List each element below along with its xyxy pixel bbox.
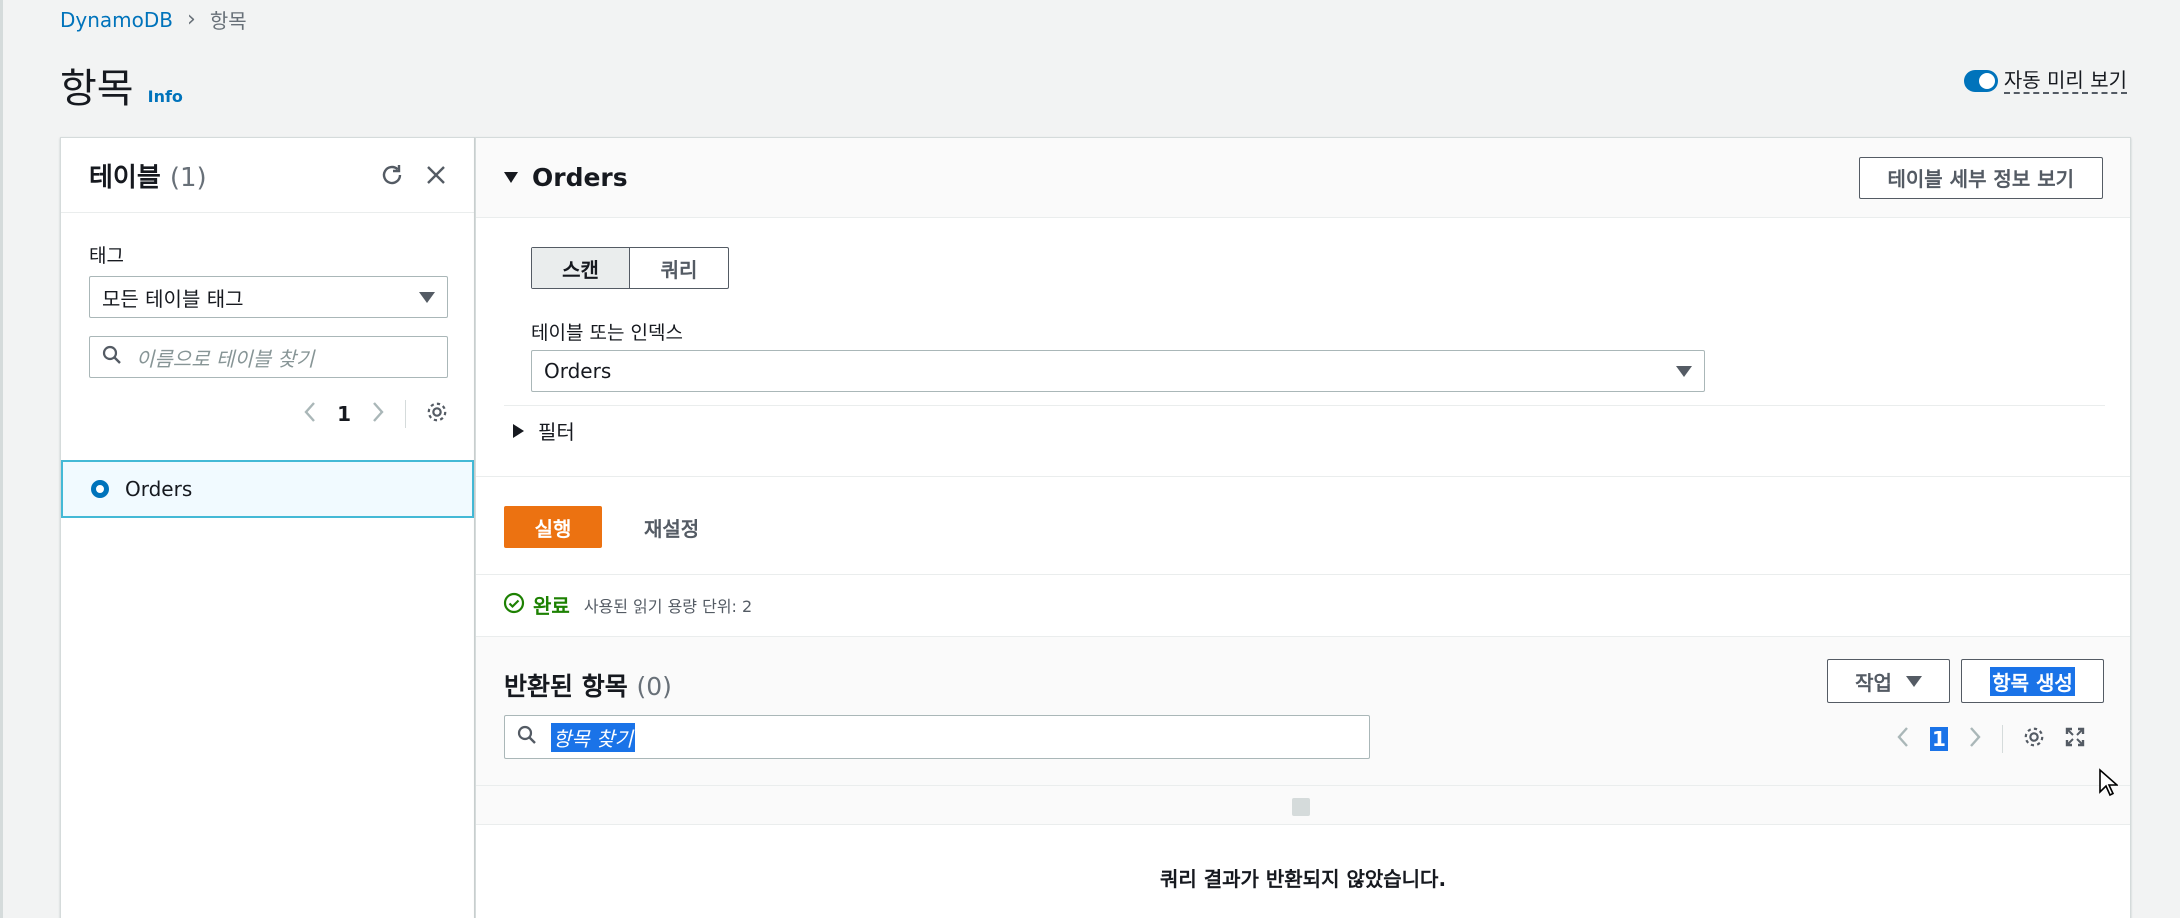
read-capacity-text: 사용된 읽기 용량 단위: 2 [583, 596, 753, 616]
gear-icon[interactable] [2023, 726, 2045, 753]
query-panel: Orders 테이블 세부 정보 보기 스캔 쿼리 테이블 또는 인덱스 Ord… [475, 137, 2131, 918]
divider [476, 574, 2130, 575]
search-icon [517, 725, 537, 750]
tag-select-value: 모든 테이블 태그 [102, 286, 244, 311]
divider [2001, 725, 2003, 753]
table-search-placeholder: 이름으로 테이블 찾기 [136, 346, 315, 371]
divider [504, 405, 2105, 406]
view-table-details-button[interactable]: 테이블 세부 정보 보기 [1858, 156, 2103, 199]
chevron-left-icon[interactable] [303, 401, 317, 428]
info-link[interactable]: Info [148, 87, 183, 106]
tables-page-number[interactable]: 1 [337, 402, 351, 426]
table-list-item-label: Orders [125, 477, 193, 501]
tag-label: 태그 [89, 245, 124, 267]
refresh-icon[interactable] [380, 163, 404, 187]
filter-label: 필터 [538, 420, 575, 444]
tables-pagination: 1 [89, 400, 448, 428]
table-list-item-orders[interactable]: Orders [61, 460, 474, 518]
table-search-input[interactable]: 이름으로 테이블 찾기 [89, 336, 448, 378]
table-index-select[interactable]: Orders [531, 350, 1705, 392]
status-complete: 완료 [533, 594, 570, 618]
mouse-cursor-icon [2098, 768, 2120, 802]
auto-preview-label[interactable]: 자동 미리 보기 [2003, 68, 2127, 94]
fullscreen-icon[interactable] [2065, 727, 2085, 752]
caret-down-icon [1676, 365, 1692, 377]
caret-down-icon [1905, 675, 1922, 687]
radio-selected-icon[interactable] [91, 480, 109, 498]
actions-dropdown-button[interactable]: 작업 [1827, 659, 1950, 703]
empty-results-message: 쿼리 결과가 반환되지 않았습니다. [476, 825, 2130, 918]
tables-count: (1) [169, 162, 207, 193]
chevron-left-icon[interactable] [1896, 726, 1910, 753]
tables-panel-title: 테이블 (1) [89, 157, 207, 194]
results-pagination: 1 [1896, 725, 2085, 753]
page-header: 항목 Info [60, 56, 183, 114]
results-count: (0) [636, 672, 672, 701]
tables-panel: 테이블 (1) 태그 모든 테이블 태그 이름으로 테이블 찾기 1 Order… [60, 137, 475, 918]
query-panel-header: Orders 테이블 세부 정보 보기 [476, 138, 2130, 218]
breadcrumb-current: 항목 [209, 9, 247, 33]
actions-label: 작업 [1855, 670, 1892, 695]
results-title: 반환된 항목 (0) [504, 667, 672, 703]
check-circle-icon [503, 592, 525, 618]
auto-preview-toggle[interactable] [1963, 70, 1998, 92]
results-page-number[interactable]: 1 [1930, 727, 1948, 751]
create-item-button[interactable]: 항목 생성 [1961, 659, 2104, 703]
gear-icon[interactable] [426, 401, 448, 428]
table-index-value: Orders [544, 359, 612, 383]
status-bar: 완료 사용된 읽기 용량 단위: 2 [503, 590, 752, 619]
query-panel-title[interactable]: Orders [504, 163, 628, 192]
query-panel-title-text: Orders [532, 163, 628, 192]
divider [476, 476, 2130, 477]
search-icon [102, 345, 122, 370]
results-table-header [476, 785, 2130, 825]
divider [405, 400, 406, 428]
run-button[interactable]: 실행 [504, 506, 602, 548]
scan-query-toggle: 스캔 쿼리 [531, 247, 729, 289]
results-section: 반환된 항목 (0) 작업 항목 생성 항목 찾기 1 쿼리 결과가 반환되지 … [476, 636, 2130, 918]
item-search-input[interactable]: 항목 찾기 [504, 715, 1370, 759]
chevron-right-icon[interactable] [1968, 726, 1982, 753]
item-search-placeholder: 항목 찾기 [551, 722, 635, 752]
breadcrumb-dynamodb-link[interactable]: DynamoDB [60, 8, 173, 32]
close-icon[interactable] [424, 163, 448, 187]
table-index-label: 테이블 또는 인덱스 [531, 322, 683, 344]
tab-query[interactable]: 쿼리 [630, 248, 728, 288]
auto-preview-toggle-group: 자동 미리 보기 [1963, 68, 2127, 94]
caret-down-icon [419, 291, 435, 303]
chevron-right-icon[interactable] [371, 401, 385, 428]
caret-right-icon [513, 423, 524, 438]
page-title: 항목 [60, 66, 134, 112]
filter-expander[interactable]: 필터 [513, 416, 575, 445]
reset-button[interactable]: 재설정 [644, 506, 699, 548]
results-title-text: 반환된 항목 [504, 672, 628, 701]
caret-down-icon [504, 172, 518, 183]
select-all-checkbox[interactable] [1292, 798, 1310, 816]
chevron-right-icon: › [187, 7, 196, 32]
tag-select[interactable]: 모든 테이블 태그 [89, 276, 448, 318]
tables-title-text: 테이블 [89, 162, 161, 193]
tab-scan[interactable]: 스캔 [532, 248, 630, 288]
create-item-label: 항목 생성 [1990, 666, 2075, 696]
tables-panel-header: 테이블 (1) [61, 138, 474, 213]
breadcrumb: DynamoDB › 항목 [60, 5, 247, 34]
